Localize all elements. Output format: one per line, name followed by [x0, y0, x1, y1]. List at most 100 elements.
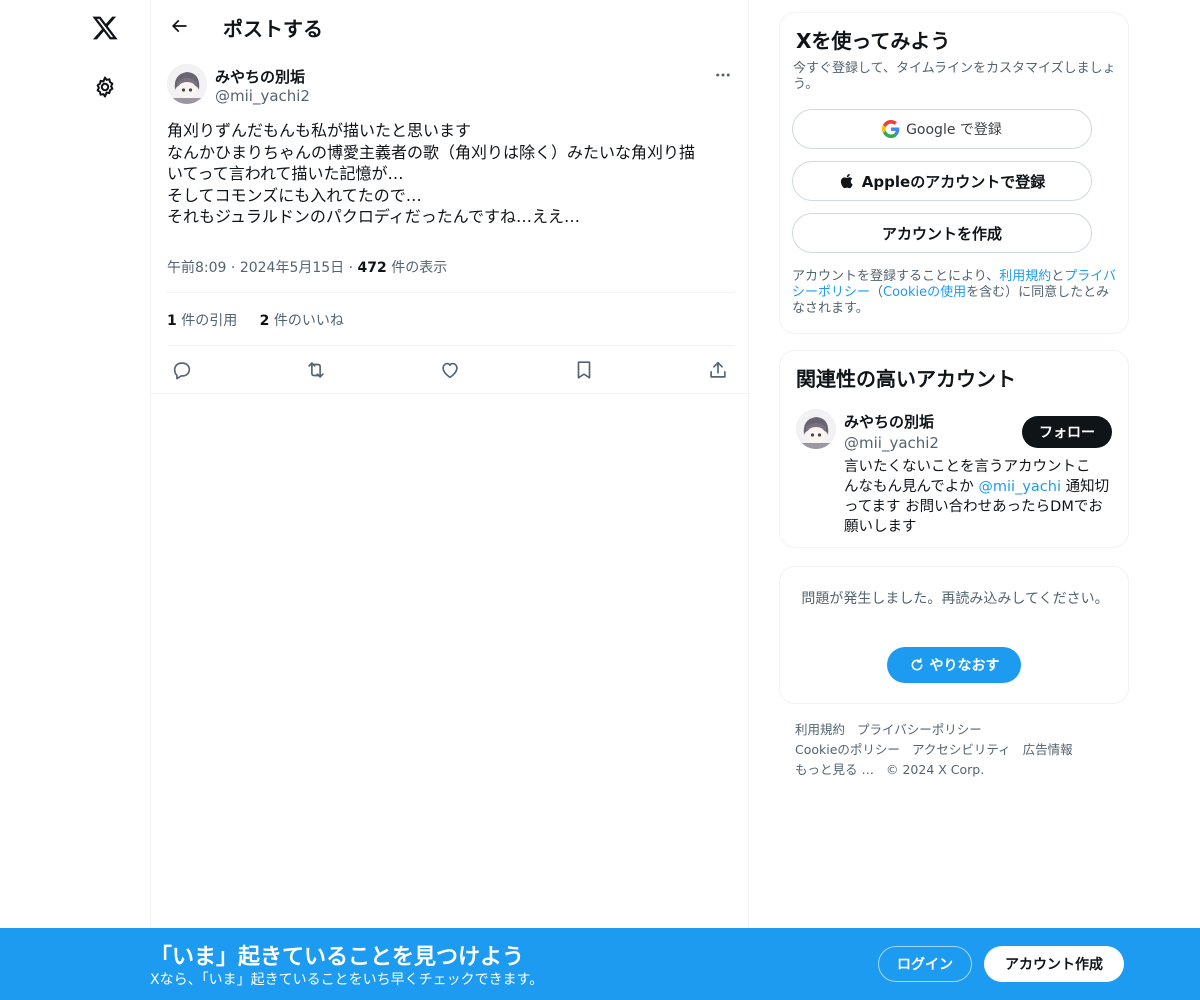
- views-label: 件の表示: [391, 260, 448, 276]
- more-options-button[interactable]: [712, 64, 734, 86]
- post-line: いてって言われて描いた記憶が…: [167, 164, 404, 183]
- footer-links: 利用規約 プライバシーポリシー Cookieのポリシー アクセシビリティ 広告情報 も…: [795, 720, 1125, 780]
- login-button[interactable]: ログイン: [878, 946, 972, 982]
- signup-button[interactable]: アカウント作成: [984, 946, 1124, 982]
- x-logo-icon[interactable]: [87, 10, 123, 46]
- create-account-button[interactable]: アカウントを作成: [792, 213, 1092, 253]
- signup-card: Xを使ってみよう 今すぐ登録して、タイムラインをカスタマイズしましょう。 Goo…: [779, 12, 1129, 334]
- footer-link-cookies[interactable]: Cookieのポリシー: [795, 742, 900, 757]
- error-card: 問題が発生しました。再読み込みしてください。 やりなおす: [779, 566, 1129, 704]
- bio-text: 通知切: [1060, 479, 1110, 495]
- post-meta: 午前8:09 · 2024年5月15日 · 472 件の表示: [167, 257, 447, 277]
- meta-separator: ·: [348, 260, 358, 276]
- arrow-left-icon: [171, 19, 187, 33]
- page-title: ポストする: [223, 17, 323, 41]
- post-time[interactable]: 午前8:09: [167, 260, 226, 276]
- footer-link-more[interactable]: もっと見る …: [795, 762, 874, 777]
- related-account-bio: 言いたくないことを言うアカウントこ んなもん見んでよか @mii_yachi 通…: [844, 457, 1116, 537]
- footer-link-accessibility[interactable]: アクセシビリティ: [912, 742, 1011, 757]
- author-handle[interactable]: @mii_yachi2: [215, 87, 310, 105]
- post-date[interactable]: 2024年5月15日: [240, 260, 344, 276]
- heart-icon: [442, 362, 458, 379]
- avatar[interactable]: [167, 64, 207, 104]
- refresh-icon: [909, 657, 925, 673]
- likes-label: 件のいいね: [273, 313, 344, 329]
- related-account-name[interactable]: みやちの別垢: [844, 411, 934, 432]
- footer-row: 利用規約 プライバシーポリシー: [795, 720, 1125, 740]
- repost-button[interactable]: [302, 356, 330, 384]
- cookie-link[interactable]: Cookieの使用: [883, 285, 966, 300]
- quotes-stat[interactable]: 1 件の引用: [167, 313, 237, 329]
- apple-icon: [839, 172, 856, 190]
- follow-button[interactable]: フォロー: [1022, 416, 1112, 448]
- quotes-label: 件の引用: [181, 313, 238, 329]
- signup-subtitle: 今すぐ登録して、タイムラインをカスタマイズしましょう。: [793, 61, 1116, 92]
- terms-text: アカウントを登録することにより、利用規約とプライバシーポリシー（Cookieの使…: [792, 269, 1122, 317]
- retry-button[interactable]: やりなおす: [887, 647, 1021, 683]
- apple-signup-button[interactable]: Appleのアカウントで登録: [792, 161, 1092, 201]
- bio-line: んなもん見んでよか @mii_yachi 通知切: [844, 477, 1116, 497]
- terms-and: と: [1051, 269, 1065, 284]
- bio-text: んなもん見んでよか: [844, 479, 979, 495]
- views-count: 472: [357, 260, 387, 276]
- main-column: ポストする みやちの別垢 @mii_yachi2 角刈りずんだもんも私が描いたと…: [150, 0, 750, 1000]
- bio-mention-link[interactable]: @mii_yachi: [978, 479, 1061, 495]
- cookie-open: （: [870, 285, 884, 300]
- post-line: そしてコモンズにも入れてたので…: [167, 185, 422, 205]
- apple-signup-label: Appleのアカウントで登録: [861, 172, 1046, 191]
- footer-link-privacy[interactable]: プライバシーポリシー: [857, 722, 982, 737]
- bio-line: 言いたくないことを言うアカウントこ: [844, 459, 1091, 475]
- banner-subtitle: Xなら、「いま」起きていることをいち早くチェックできます。: [150, 972, 544, 988]
- header-bar: ポストする: [151, 0, 750, 53]
- divider: [151, 393, 750, 394]
- retry-label: やりなおす: [929, 658, 1000, 674]
- post-line: なんかひまりちゃんの博愛主義者の歌（角刈りは除く）みたいな角刈り描: [167, 142, 696, 162]
- quotes-count: 1: [167, 313, 177, 329]
- post-line: 角刈りずんだもんも私が描いたと思います: [167, 121, 472, 140]
- error-message: 問題が発生しました。再読み込みしてください。: [801, 591, 1109, 607]
- google-signup-button[interactable]: Google で登録: [792, 109, 1092, 149]
- divider: [167, 292, 734, 293]
- related-title: 関連性の高いアカウント: [796, 367, 1016, 391]
- bookmark-button[interactable]: [570, 356, 598, 384]
- bio-line: 願いします: [844, 519, 917, 535]
- post-text: 角刈りずんだもんも私が描いたと思います なんかひまりちゃんの博愛主義者の歌（角刈…: [167, 120, 737, 228]
- share-icon: [710, 361, 726, 378]
- post-actions: [167, 356, 734, 384]
- post-stats: 1 件の引用 2 件のいいね: [167, 310, 344, 330]
- banner-title: 「いま」起きていることを見つけよう: [150, 945, 525, 970]
- footer-row: もっと見る … © 2024 X Corp.: [795, 760, 1125, 780]
- google-icon: [882, 120, 900, 138]
- create-account-label: アカウントを作成: [881, 224, 1002, 243]
- footer-link-terms[interactable]: 利用規約: [795, 722, 845, 737]
- likes-count: 2: [259, 313, 270, 329]
- share-button[interactable]: [704, 356, 732, 384]
- related-accounts-card: 関連性の高いアカウント みやちの別垢 @mii_yachi2 フォロー 言いたく…: [779, 350, 1129, 548]
- back-button[interactable]: [163, 10, 195, 42]
- footer-row: Cookieのポリシー アクセシビリティ 広告情報: [795, 740, 1125, 760]
- bookmark-icon: [577, 361, 591, 379]
- terms-link[interactable]: 利用規約: [999, 269, 1051, 284]
- footer-copyright: © 2024 X Corp.: [885, 762, 985, 777]
- like-button[interactable]: [436, 356, 464, 384]
- footer-link-ads[interactable]: 広告情報: [1023, 742, 1073, 757]
- reply-button[interactable]: [168, 356, 196, 384]
- bio-line: ってます お問い合わせあったらDMでお: [844, 499, 1103, 515]
- post-author: みやちの別垢 @mii_yachi2: [167, 64, 734, 108]
- related-account-handle[interactable]: @mii_yachi2: [844, 434, 939, 452]
- post-line: それもジュラルドンのパクロディだったんですね…ええ…: [167, 207, 580, 226]
- avatar[interactable]: [796, 409, 836, 449]
- likes-stat[interactable]: 2 件のいいね: [260, 313, 344, 329]
- meta-separator: ·: [230, 260, 240, 276]
- left-nav: [0, 0, 150, 1000]
- reply-icon: [173, 362, 191, 380]
- terms-prefix: アカウントを登録することにより、: [792, 269, 1000, 284]
- more-dots-icon: [716, 73, 730, 77]
- google-signup-label: Google で登録: [906, 122, 1002, 138]
- bottom-banner: 「いま」起きていることを見つけよう Xなら、「いま」起きていることをいち早くチェ…: [0, 928, 1200, 1000]
- signup-title: Xを使ってみよう: [796, 29, 951, 53]
- divider: [167, 345, 734, 346]
- author-name[interactable]: みやちの別垢: [215, 66, 305, 87]
- gear-icon[interactable]: [90, 72, 120, 102]
- repost-icon: [308, 362, 324, 378]
